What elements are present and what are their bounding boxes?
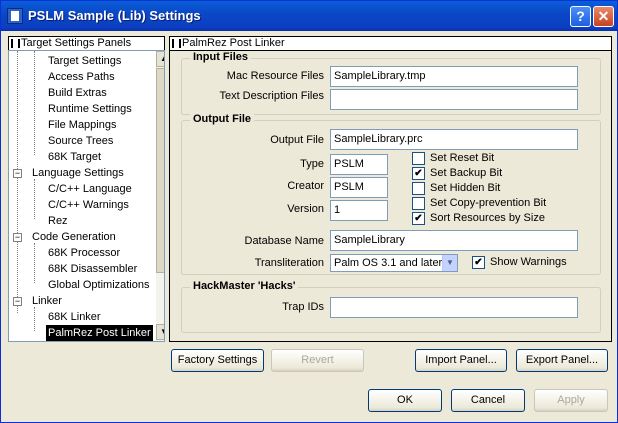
checkbox-label: Set Hidden Bit: [430, 182, 501, 194]
tree-item-target-settings[interactable]: Target Settings: [48, 53, 121, 69]
tree-item-code-generation[interactable]: Code Generation: [32, 229, 116, 245]
input-files-group: Input Files Mac Resource Files SampleLib…: [181, 51, 601, 115]
text-description-label: Text Description Files: [219, 90, 324, 102]
transliteration-select[interactable]: Palm OS 3.1 and later ▼: [330, 254, 458, 272]
scroll-thumb[interactable]: [156, 68, 164, 273]
checkbox-box[interactable]: [412, 182, 425, 195]
scroll-up-icon[interactable]: ▲: [156, 51, 164, 67]
cancel-button[interactable]: Cancel: [451, 389, 525, 412]
checkbox-label: Set Reset Bit: [430, 152, 495, 164]
tree-item-68k-processor[interactable]: 68K Processor: [48, 245, 120, 261]
checkbox-label: Show Warnings: [490, 256, 567, 268]
app-icon: [7, 8, 23, 24]
tree-item-linker[interactable]: Linker: [32, 293, 62, 309]
collapse-icon[interactable]: −: [13, 297, 22, 306]
output-file-field[interactable]: SampleLibrary.prc: [330, 129, 578, 150]
tree-item-68k-target[interactable]: 68K Target: [48, 149, 101, 165]
tree-item-file-mappings[interactable]: File Mappings: [48, 117, 116, 133]
transliteration-value: Palm OS 3.1 and later: [334, 257, 443, 269]
tree-item-68k-disassembler[interactable]: 68K Disassembler: [48, 261, 137, 277]
checkmark-icon[interactable]: ✔: [412, 212, 425, 225]
transliteration-label: Transliteration: [254, 257, 324, 269]
panel-body: Input Files Mac Resource Files SampleLib…: [169, 50, 612, 342]
panel-header: PalmRez Post Linker: [169, 36, 612, 51]
settings-window: PSLM Sample (Lib) Settings ? ✕ Target Se…: [0, 0, 618, 423]
database-name-field[interactable]: SampleLibrary: [330, 230, 578, 251]
chevron-down-icon[interactable]: ▼: [442, 255, 457, 271]
tree-item-rez[interactable]: Rez: [48, 213, 68, 229]
tree-line: [34, 243, 35, 283]
apply-button[interactable]: Apply: [534, 389, 608, 412]
tree-line: [34, 307, 35, 331]
tree-item-build-extras[interactable]: Build Extras: [48, 85, 107, 101]
mac-resource-field[interactable]: SampleLibrary.tmp: [330, 66, 578, 87]
text-description-field[interactable]: [330, 89, 578, 110]
trap-ids-label: Trap IDs: [282, 301, 324, 313]
mac-resource-label: Mac Resource Files: [226, 70, 324, 82]
tree-item-global-optimizations[interactable]: Global Optimizations: [48, 277, 150, 293]
window-title: PSLM Sample (Lib) Settings: [28, 8, 201, 23]
tree-line: [34, 179, 35, 219]
tree-line: [34, 51, 35, 155]
type-label: Type: [300, 158, 324, 170]
version-label: Version: [287, 203, 324, 215]
checkbox-label: Set Backup Bit: [430, 167, 503, 179]
settings-tree: Target Settings Access Paths Build Extra…: [8, 50, 165, 342]
tree-item-access-paths[interactable]: Access Paths: [48, 69, 115, 85]
ok-button[interactable]: OK: [368, 389, 442, 412]
output-file-title: Output File: [190, 113, 255, 125]
trap-ids-field[interactable]: [330, 297, 578, 318]
tree-scrollbar[interactable]: ▲ ▼: [156, 51, 164, 341]
scroll-down-icon[interactable]: ▼: [156, 324, 164, 340]
help-button[interactable]: ?: [570, 6, 591, 27]
tree-item-cpp-language[interactable]: C/C++ Language: [48, 181, 132, 197]
output-file-label: Output File: [270, 134, 324, 146]
factory-settings-button[interactable]: Factory Settings: [171, 349, 264, 372]
hackmaster-title: HackMaster 'Hacks': [190, 280, 299, 292]
tree-line: [17, 51, 18, 313]
creator-field[interactable]: PSLM: [330, 177, 388, 198]
checkmark-icon[interactable]: ✔: [412, 167, 425, 180]
import-panel-button[interactable]: Import Panel...: [415, 349, 507, 372]
checkmark-icon[interactable]: ✔: [472, 256, 485, 269]
revert-button[interactable]: Revert: [271, 349, 364, 372]
tree-item-runtime-settings[interactable]: Runtime Settings: [48, 101, 132, 117]
close-button[interactable]: ✕: [593, 6, 614, 27]
tree-item-source-trees[interactable]: Source Trees: [48, 133, 113, 149]
checkbox-box[interactable]: [412, 197, 425, 210]
checkbox-label: Set Copy-prevention Bit: [430, 197, 547, 209]
input-files-title: Input Files: [190, 51, 251, 63]
collapse-icon[interactable]: −: [13, 233, 22, 242]
tree-item-cpp-warnings[interactable]: C/C++ Warnings: [48, 197, 129, 213]
output-file-group: Output File Output File SampleLibrary.pr…: [181, 113, 601, 275]
tree-item-68k-linker[interactable]: 68K Linker: [48, 309, 101, 325]
database-name-label: Database Name: [244, 235, 325, 247]
creator-label: Creator: [287, 180, 324, 192]
tree-header: Target Settings Panels: [8, 36, 165, 51]
checkbox-box[interactable]: [412, 152, 425, 165]
type-field[interactable]: PSLM: [330, 154, 388, 175]
collapse-icon[interactable]: −: [13, 169, 22, 178]
export-panel-button[interactable]: Export Panel...: [516, 349, 608, 372]
hackmaster-group: HackMaster 'Hacks' Trap IDs: [181, 280, 601, 333]
version-field[interactable]: 1: [330, 200, 388, 221]
title-bar[interactable]: PSLM Sample (Lib) Settings ? ✕: [1, 1, 617, 31]
tree-item-language-settings[interactable]: Language Settings: [32, 165, 124, 181]
tree-item-palmrez-post-linker[interactable]: PalmRez Post Linker: [46, 325, 153, 341]
checkbox-label: Sort Resources by Size: [430, 212, 545, 224]
